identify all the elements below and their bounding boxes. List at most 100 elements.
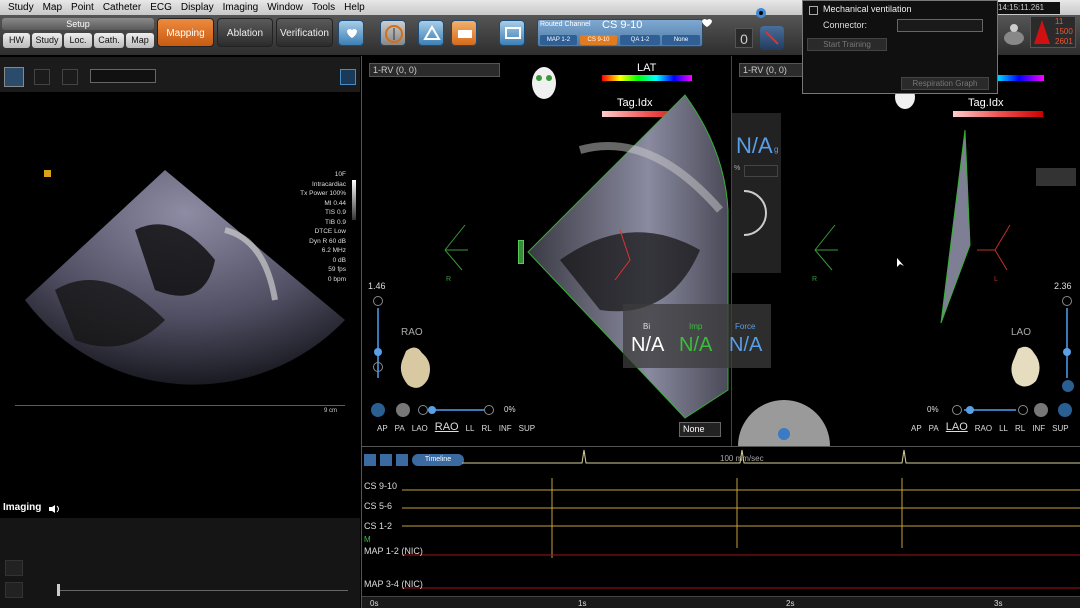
compass-icon[interactable] [380, 20, 406, 46]
right-view-lao[interactable]: LAO [946, 421, 968, 433]
ecg-label-cs12: CS 1-2 [364, 521, 393, 531]
center-echo-fan [527, 94, 729, 419]
cine-slider-track[interactable] [58, 590, 348, 591]
force-unit: g [774, 145, 779, 154]
right-view-ll[interactable]: LL [999, 424, 1008, 433]
ablation-mode-button[interactable]: Ablation [217, 18, 273, 47]
loop-icon[interactable] [5, 582, 23, 598]
channel-chip-none[interactable]: None [662, 35, 700, 45]
channel-chip-map12[interactable]: MAP 1-2 [540, 35, 577, 45]
right-opacity-slider-handle[interactable] [966, 406, 974, 414]
menu-map[interactable]: Map [43, 2, 62, 13]
view-rao[interactable]: RAO [435, 421, 459, 433]
opacity-slider-handle[interactable] [428, 406, 436, 414]
right-view-pa[interactable]: PA [929, 424, 939, 433]
menu-help[interactable]: Help [344, 2, 365, 13]
impedance-value: N/A [679, 334, 713, 356]
tick-1s: 1s [578, 599, 587, 608]
catheter-button[interactable]: Cath. [94, 33, 124, 48]
pen-icon[interactable] [34, 69, 50, 85]
right-zoom-slider-handle[interactable] [1063, 348, 1071, 356]
study-button[interactable]: Study [32, 33, 62, 48]
catheter-joystick[interactable] [736, 390, 832, 446]
view-ap[interactable]: AP [377, 424, 388, 433]
start-training-button[interactable]: Start Training [807, 38, 887, 51]
connector-dropdown[interactable] [897, 19, 983, 32]
map-display-dropdown[interactable]: None [679, 422, 721, 437]
opacity-plus-icon[interactable] [484, 405, 494, 415]
cine-slider-handle[interactable] [57, 584, 60, 596]
ecg-label-cs910: CS 9-10 [364, 481, 398, 491]
zoom-slider-handle[interactable] [374, 348, 382, 356]
channel-chip-qa12[interactable]: QA 1-2 [620, 35, 660, 45]
record-icon[interactable] [4, 67, 24, 87]
view-ll[interactable]: LL [466, 424, 475, 433]
right-opacity-plus-icon[interactable] [1018, 405, 1028, 415]
catheter-settings-icon[interactable] [760, 26, 784, 50]
right-view-ap[interactable]: AP [911, 424, 922, 433]
right-rotate-icon[interactable] [1062, 380, 1074, 392]
right-heart-model-icon [1006, 343, 1046, 393]
camera-icon[interactable] [62, 69, 78, 85]
center-view-label: RAO [401, 327, 423, 338]
location-button[interactable]: Loc. [64, 33, 92, 48]
opacity-icon[interactable] [396, 403, 410, 417]
right-panel-tools[interactable] [1036, 168, 1076, 186]
view-sup[interactable]: SUP [519, 424, 535, 433]
opacity-minus-icon[interactable] [418, 405, 428, 415]
center-zoom-value: 1.46 [368, 281, 386, 291]
right-opacity-icon[interactable] [1034, 403, 1048, 417]
tick-2s: 2s [786, 599, 795, 608]
hw-button[interactable]: HW [3, 33, 30, 48]
center-map-selector[interactable]: 1-RV (0, 0) [369, 63, 500, 77]
right-map-selector[interactable]: 1-RV (0, 0) [739, 63, 803, 77]
mechanical-ventilation-checkbox[interactable] [809, 6, 818, 15]
right-rotate-icon-2[interactable] [1058, 403, 1072, 417]
right-view-rl[interactable]: RL [1015, 424, 1025, 433]
view-rl[interactable]: RL [482, 424, 492, 433]
menu-tools[interactable]: Tools [312, 2, 335, 13]
patient-icon [1000, 18, 1028, 48]
heart-add-icon[interactable] [338, 20, 364, 46]
menu-study[interactable]: Study [8, 2, 34, 13]
ultrasound-icon[interactable] [418, 20, 444, 46]
gear-icon[interactable] [753, 5, 769, 21]
right-opacity-minus-icon[interactable] [952, 405, 962, 415]
verification-mode-button[interactable]: Verification [276, 18, 333, 47]
axis-gizmo-center [814, 224, 838, 271]
right-view-sup[interactable]: SUP [1052, 424, 1068, 433]
sound-icon[interactable] [48, 504, 64, 514]
playback-icon[interactable] [5, 560, 23, 576]
respiration-graph-button[interactable]: Respiration Graph [901, 77, 989, 90]
setup-title: Setup [2, 18, 154, 30]
map-button[interactable]: Map [126, 33, 154, 48]
catheter-tool-icon[interactable] [451, 20, 477, 46]
menu-imaging[interactable]: Imaging [223, 2, 259, 13]
zoom-in-icon[interactable] [373, 296, 383, 306]
right-zoom-slider-track[interactable] [1066, 308, 1068, 378]
menu-display[interactable]: Display [181, 2, 214, 13]
mouse-cursor-icon [897, 258, 905, 268]
menu-catheter[interactable]: Catheter [103, 2, 141, 13]
right-zoom-value: 2.36 [1054, 281, 1072, 291]
channel-chip-cs910[interactable]: CS 9-10 [580, 35, 617, 45]
lat-label: LAT [637, 62, 657, 74]
zoom-out-icon[interactable] [373, 362, 383, 372]
preset-dropdown[interactable] [90, 69, 156, 83]
menu-window[interactable]: Window [267, 2, 303, 13]
opacity-slider[interactable] [430, 409, 484, 411]
right-view-inf[interactable]: INF [1032, 424, 1045, 433]
view-inf[interactable]: INF [499, 424, 512, 433]
view-lao[interactable]: LAO [412, 424, 428, 433]
right-view-rao[interactable]: RAO [975, 424, 992, 433]
mapping-mode-button[interactable]: Mapping [157, 18, 214, 47]
rotate-icon[interactable] [371, 403, 385, 417]
tick-0s: 0s [370, 599, 379, 608]
menu-point[interactable]: Point [71, 2, 94, 13]
view-pa[interactable]: PA [395, 424, 405, 433]
expand-icon[interactable] [340, 69, 356, 85]
impedance-label: Imp [689, 322, 703, 331]
monitor-icon[interactable] [499, 20, 525, 46]
menu-ecg[interactable]: ECG [150, 2, 172, 13]
right-zoom-in-icon[interactable] [1062, 296, 1072, 306]
